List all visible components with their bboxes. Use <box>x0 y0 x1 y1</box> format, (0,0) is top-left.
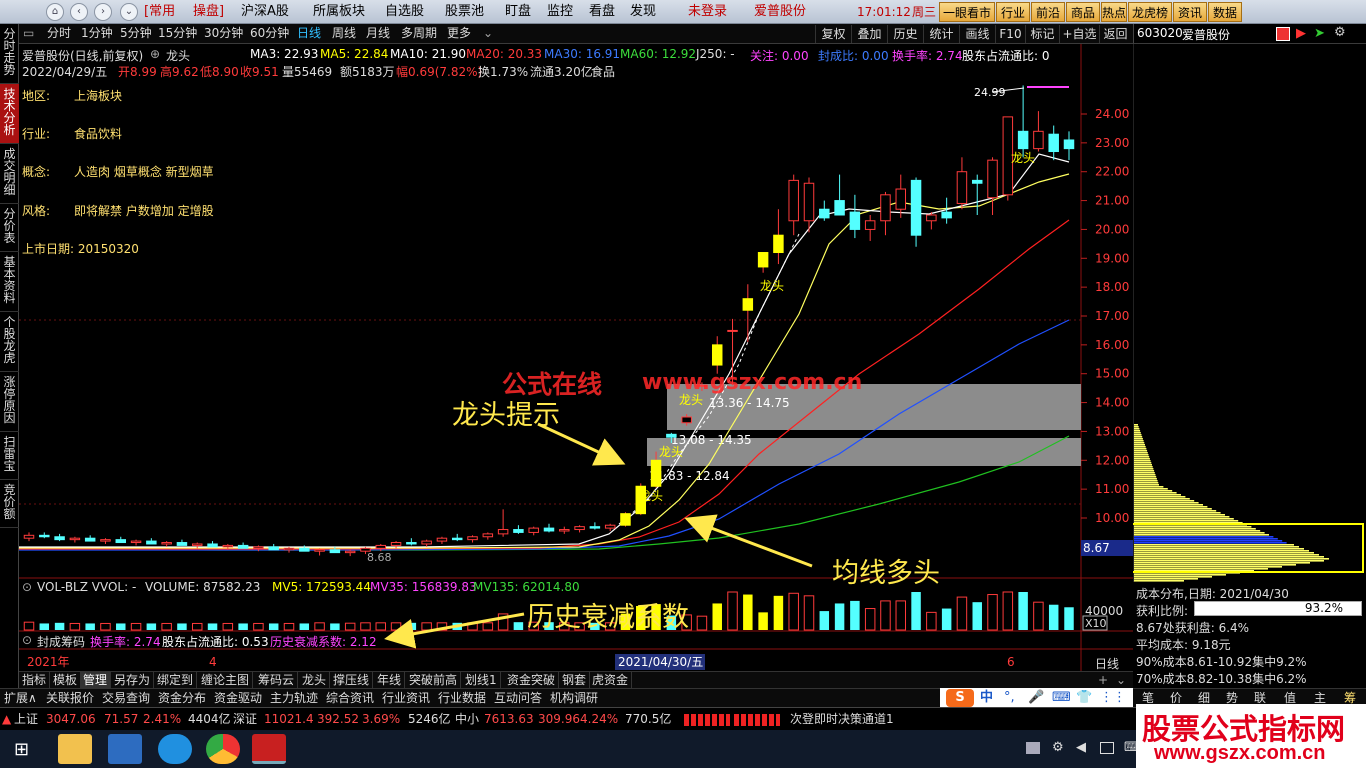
annotation-arrows <box>384 422 813 649</box>
arrow-to-ma <box>684 514 813 568</box>
arrow-to-dragon <box>537 422 626 466</box>
brand-watermark: 股票公式指标网 www.gszx.com.cn <box>1136 704 1366 768</box>
trading-app: ⌂ ‹ › ⌄ [常用 操盘] 沪深A股 所属板块 自选股 股票池 盯盘 监控 … <box>0 0 1366 768</box>
arrow-to-decay <box>384 612 525 649</box>
brand-url: www.gszx.com.cn <box>1154 742 1326 764</box>
